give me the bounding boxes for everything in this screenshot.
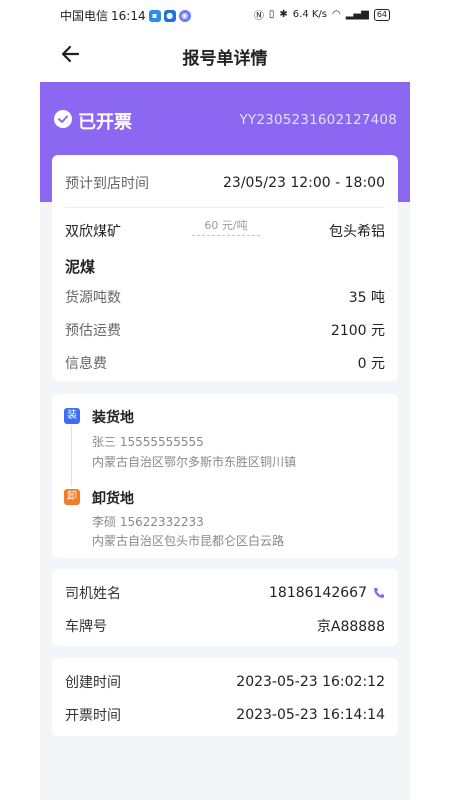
load-address: 内蒙古自治区鄂尔多斯市东胜区铜川镇	[92, 455, 297, 469]
driver-card: 司机姓名 18186142667 车牌号 京A88888	[52, 569, 398, 646]
invoiced-value: 2023-05-23 16:14:14	[236, 707, 385, 723]
load-contact: 张三 15555555555	[92, 435, 204, 449]
route-to: 包头希铝	[329, 224, 385, 240]
unload-tag: 卸	[64, 489, 80, 505]
tonnage-row: 货源吨数 35 吨	[65, 287, 385, 307]
plate-value: 京A88888	[316, 619, 385, 635]
route-line	[192, 235, 260, 237]
app-notification-icon: ▪	[148, 9, 161, 22]
status-bar-left: 中国电信 16:14 ▪ ● ◉	[60, 7, 191, 24]
driver-row: 司机姓名 18186142667	[65, 583, 385, 603]
plate-label: 车牌号	[65, 619, 107, 635]
divider	[65, 207, 385, 208]
tonnage-label: 货源吨数	[65, 290, 121, 306]
plate-row: 车牌号 京A88888	[65, 616, 385, 636]
created-value: 2023-05-23 16:02:12	[236, 674, 385, 690]
check-circle-icon	[54, 110, 72, 128]
route-price: 60 元/吨	[192, 217, 260, 237]
load-tag: 装	[64, 408, 80, 424]
price-label: 60 元/吨	[204, 219, 248, 232]
address-card: 装 装货地 张三 15555555555 内蒙古自治区鄂尔多斯市东胜区铜川镇 卸…	[52, 394, 398, 558]
goods-name: 泥煤	[65, 258, 96, 276]
vibrate-icon: ▯	[268, 9, 275, 20]
page-title: 报号单详情	[182, 49, 268, 69]
nav-bar: 报号单详情	[40, 28, 410, 82]
unload-contact: 李硕 15622332233	[92, 515, 204, 529]
unload-address: 内蒙古自治区包头市昆都仑区白云路	[92, 534, 285, 548]
app-notification-icon: ◉	[178, 9, 191, 22]
clock: 16:14	[111, 8, 146, 23]
network-speed: 6.4 K/s	[292, 9, 327, 20]
nfc-icon: Ⓝ	[253, 11, 264, 22]
signal-icon: ▂▄▆	[345, 9, 369, 20]
content-area: 已开票 YY2305231602127408 预计到店时间 23/05/23 1…	[40, 82, 410, 800]
info-fee-label: 信息费	[65, 356, 107, 372]
created-row: 创建时间 2023-05-23 16:02:12	[65, 672, 385, 692]
arrival-time-row: 预计到店时间 23/05/23 12:00 - 18:00	[65, 173, 385, 193]
freight-label: 预估运费	[65, 323, 121, 339]
route-from: 双欣煤矿	[65, 224, 121, 240]
invoiced-label: 开票时间	[65, 708, 121, 724]
load-title: 装货地	[92, 410, 134, 426]
driver-name-label: 司机姓名	[65, 586, 121, 602]
arrival-time-label: 预计到店时间	[65, 176, 149, 192]
bluetooth-icon: ✱	[279, 9, 288, 20]
unload-title: 卸货地	[92, 491, 134, 507]
carrier-label: 中国电信	[60, 9, 109, 23]
info-fee-value: 0 元	[357, 356, 385, 372]
info-fee-row: 信息费 0 元	[65, 353, 385, 373]
call-driver-button[interactable]: 18186142667	[269, 585, 385, 601]
trip-info-card: 预计到店时间 23/05/23 12:00 - 18:00 双欣煤矿 包头希铝 …	[52, 155, 398, 381]
status-label: 已开票	[78, 112, 132, 133]
wifi-icon: ◠	[332, 9, 341, 20]
battery-icon: 64	[373, 8, 390, 21]
status-bar-right: Ⓝ ▯ ✱ 6.4 K/s ◠ ▂▄▆ 64	[254, 7, 390, 22]
invoiced-row: 开票时间 2023-05-23 16:14:14	[65, 705, 385, 725]
driver-phone: 18186142667	[269, 585, 367, 601]
time-card: 创建时间 2023-05-23 16:02:12 开票时间 2023-05-23…	[52, 658, 398, 736]
created-label: 创建时间	[65, 675, 121, 691]
arrival-time-value: 23/05/23 12:00 - 18:00	[223, 175, 385, 191]
order-number: YY2305231602127408	[239, 112, 397, 128]
phone-icon	[374, 588, 384, 598]
freight-row: 预估运费 2100 元	[65, 320, 385, 340]
freight-value: 2100 元	[330, 323, 385, 339]
route-connector	[71, 426, 72, 486]
status-bar: 中国电信 16:14 ▪ ● ◉ Ⓝ ▯ ✱ 6.4 K/s ◠ ▂▄▆ 64	[0, 0, 450, 28]
app-notification-icon: ●	[163, 9, 176, 22]
tonnage-value: 35 吨	[348, 290, 385, 306]
